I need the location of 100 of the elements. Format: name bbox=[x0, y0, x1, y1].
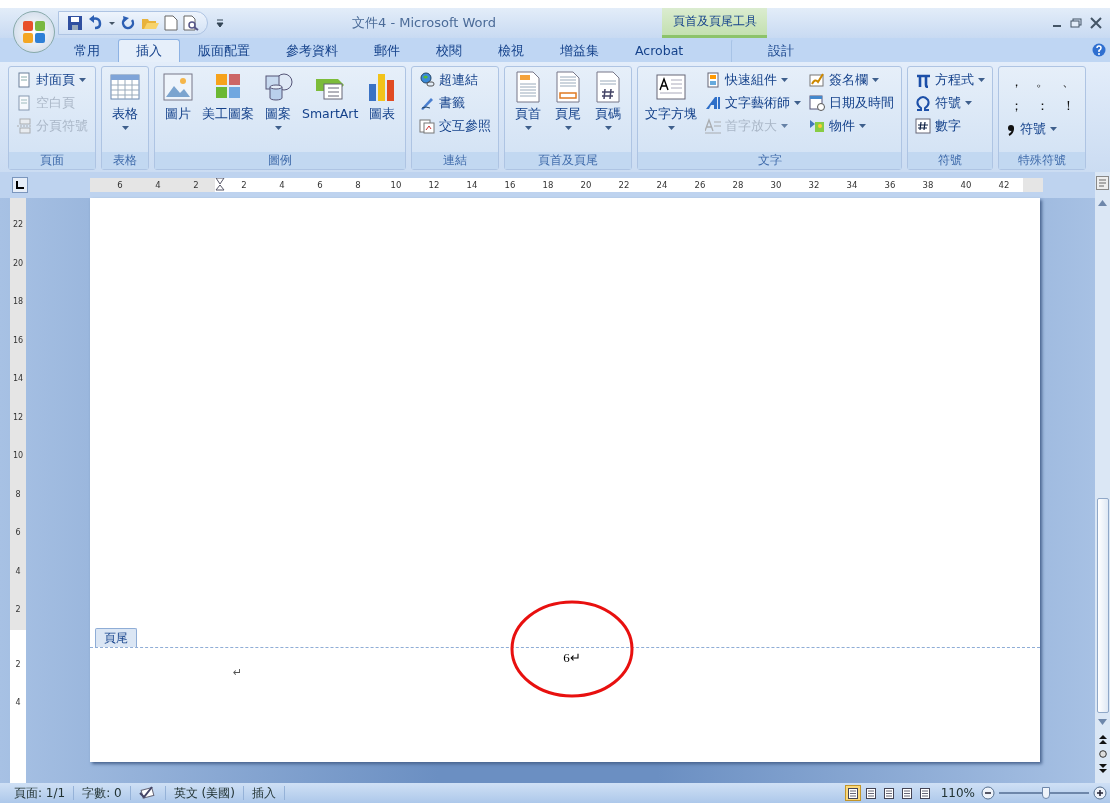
ruler-number: 10 bbox=[12, 450, 24, 462]
view-button[interactable] bbox=[844, 785, 861, 801]
undo-icon[interactable] bbox=[88, 15, 104, 31]
scroll-down-icon[interactable] bbox=[1098, 719, 1107, 725]
symbol-button[interactable]: ： bbox=[1029, 95, 1056, 117]
ruler-toggle-icon[interactable] bbox=[1096, 176, 1109, 190]
ribbon-button[interactable]: 文字方塊 bbox=[642, 69, 701, 132]
ribbon-button[interactable]: 交互參照 bbox=[416, 115, 495, 137]
save-icon[interactable] bbox=[67, 15, 83, 31]
ribbon-button[interactable]: 圖片 bbox=[159, 69, 197, 125]
ribbon-button[interactable]: 簽名欄 bbox=[806, 69, 898, 91]
scroll-thumb[interactable] bbox=[1096, 498, 1109, 713]
print-preview-icon[interactable] bbox=[183, 15, 199, 31]
ribbon-button[interactable]: 頁首 bbox=[509, 69, 548, 132]
symbol-button[interactable]: ； bbox=[1003, 95, 1030, 117]
ribbon-button[interactable]: SmartArt bbox=[299, 69, 362, 123]
zoom-slider-thumb[interactable] bbox=[1041, 787, 1050, 799]
ribbon-button[interactable]: 書籤 bbox=[416, 92, 495, 114]
symbol-button[interactable]: 、 bbox=[1055, 71, 1082, 93]
ribbon-button[interactable]: 封面頁 bbox=[13, 69, 91, 91]
ribbon-button[interactable]: 日期及時間 bbox=[806, 92, 898, 114]
table-icon bbox=[109, 71, 141, 103]
ribbon-button[interactable]: 文字藝術師 bbox=[702, 92, 805, 114]
view-icon bbox=[901, 787, 912, 799]
tab-selector-button[interactable] bbox=[12, 177, 28, 193]
restore-icon[interactable] bbox=[1070, 18, 1082, 28]
ribbon-button[interactable]: 超連結 bbox=[416, 69, 495, 91]
pi-icon bbox=[915, 72, 932, 88]
ribbon-button[interactable]: 頁碼 bbox=[589, 69, 628, 132]
group-label: 連結 bbox=[412, 152, 499, 169]
ruler-number: 24 bbox=[655, 180, 669, 190]
pen-icon bbox=[419, 95, 436, 111]
group-label: 符號 bbox=[908, 152, 993, 169]
ribbon-button[interactable]: 圖表 bbox=[363, 69, 402, 125]
ruler-number: 14 bbox=[12, 373, 24, 385]
new-document-icon[interactable] bbox=[164, 15, 178, 31]
ruler-number: 4 bbox=[154, 180, 162, 190]
symbol-button[interactable]: ， bbox=[1003, 71, 1030, 93]
ribbon-tab[interactable]: 版面配置 bbox=[180, 39, 268, 62]
zoom-out-icon[interactable] bbox=[981, 786, 995, 800]
zoom-in-icon[interactable] bbox=[1093, 786, 1107, 800]
symbol-button[interactable]: 。 bbox=[1029, 71, 1056, 93]
zoom-level[interactable]: 110% bbox=[940, 786, 975, 800]
letter-a-icon bbox=[705, 95, 722, 111]
document-icon bbox=[705, 72, 722, 88]
customize-menu-icon[interactable] bbox=[216, 18, 224, 28]
group-label: 表格 bbox=[102, 152, 148, 169]
page-count[interactable]: 頁面: 1/1 bbox=[6, 786, 75, 800]
ruler-number: 8 bbox=[354, 180, 362, 190]
ribbon-tab[interactable]: 校閱 bbox=[418, 39, 480, 62]
paragraph-mark: ↵ bbox=[233, 666, 243, 679]
ribbon-tab[interactable]: Acrobat bbox=[617, 39, 702, 62]
ribbon-button[interactable]: 快速組件 bbox=[702, 69, 805, 91]
ribbon-button[interactable]: 方程式 bbox=[912, 69, 989, 91]
ribbon-button[interactable]: 頁尾 bbox=[549, 69, 588, 132]
ruler-number: 4 bbox=[15, 565, 21, 578]
proofing-icon[interactable] bbox=[138, 786, 157, 799]
insert-mode[interactable]: 插入 bbox=[243, 786, 285, 800]
ruler-number: 12 bbox=[427, 180, 441, 190]
symbol-button[interactable]: ！ bbox=[1055, 95, 1082, 117]
close-icon[interactable] bbox=[1090, 17, 1102, 29]
ruler-number: 20 bbox=[579, 180, 593, 190]
ribbon-button[interactable]: 數字 bbox=[912, 115, 989, 137]
ribbon-tab[interactable]: 插入 bbox=[118, 39, 180, 62]
ribbon-button[interactable]: 表格 bbox=[106, 69, 144, 132]
browse-object-icon[interactable] bbox=[1098, 750, 1107, 758]
omega-icon bbox=[915, 95, 932, 111]
ruler-number: 2 bbox=[192, 180, 200, 190]
ribbon-button[interactable]: 美工圖案 bbox=[199, 69, 257, 125]
language-indicator[interactable]: 英文 (美國) bbox=[165, 786, 244, 800]
text-box-icon bbox=[655, 71, 688, 103]
ruler-number: 34 bbox=[845, 180, 859, 190]
ruler-number: 6 bbox=[316, 180, 324, 190]
scroll-up-icon[interactable] bbox=[1098, 200, 1107, 206]
ruler-number: 10 bbox=[389, 180, 403, 190]
ribbon-tab[interactable]: 增益集 bbox=[542, 39, 617, 62]
ruler-number: 16 bbox=[503, 180, 517, 190]
ribbon-tab[interactable]: 常用 bbox=[56, 39, 118, 62]
ribbon-button[interactable]: 符號 bbox=[912, 92, 989, 114]
ribbon-tab[interactable]: 郵件 bbox=[356, 39, 418, 62]
ruler-number: 38 bbox=[921, 180, 935, 190]
group-label: 特殊符號 bbox=[999, 152, 1086, 169]
drop-cap-icon bbox=[705, 118, 722, 134]
word-count[interactable]: 字數: 0 bbox=[74, 786, 131, 800]
ribbon-tab[interactable]: 參考資料 bbox=[268, 39, 356, 62]
ribbon-button[interactable]: 圖案 bbox=[259, 69, 297, 132]
ribbon-button[interactable]: 物件 bbox=[806, 115, 898, 137]
vertical-scrollbar[interactable] bbox=[1095, 172, 1110, 783]
help-icon[interactable] bbox=[1092, 43, 1106, 57]
redo-icon[interactable] bbox=[120, 15, 136, 31]
ruler-number: 28 bbox=[731, 180, 745, 190]
ruler-number: 18 bbox=[12, 296, 24, 308]
page-number-text: 6↵ bbox=[562, 650, 581, 666]
previous-page-icon[interactable] bbox=[1098, 735, 1107, 744]
ribbon-button[interactable]: 符號 bbox=[1003, 118, 1082, 140]
indent-marker-icon[interactable] bbox=[215, 178, 225, 192]
next-page-icon[interactable] bbox=[1098, 764, 1107, 773]
view-icon bbox=[919, 787, 930, 799]
ribbon-tab[interactable]: 檢視 bbox=[480, 39, 542, 62]
ruler-number: 14 bbox=[465, 180, 479, 190]
